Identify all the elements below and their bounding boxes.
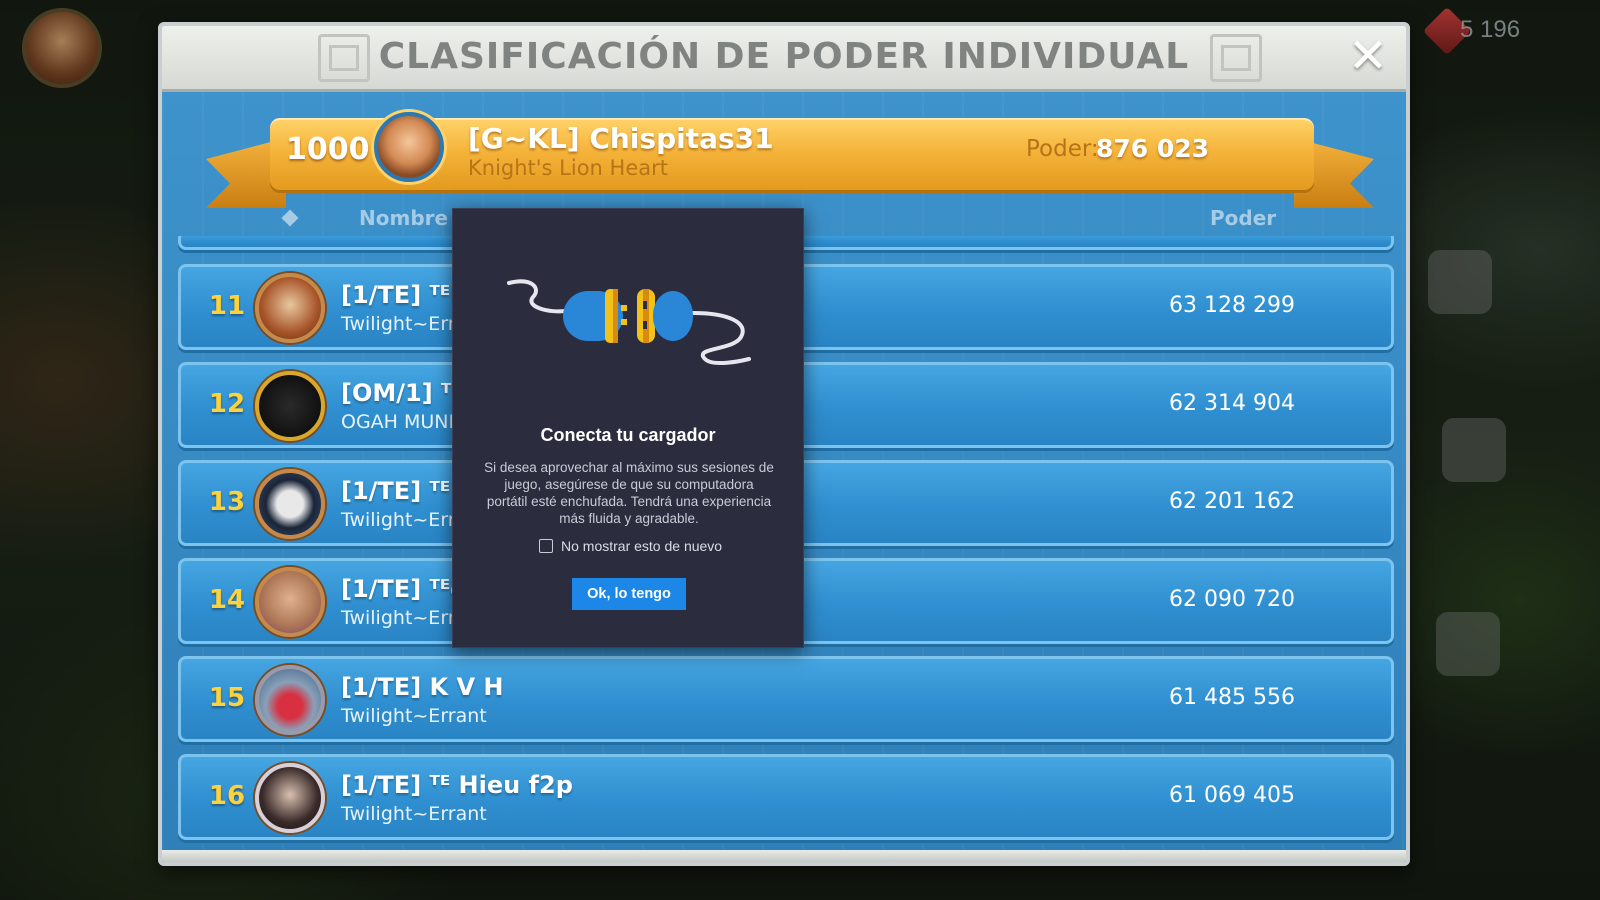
my-power-value: 876 023 <box>1096 134 1210 163</box>
panel-header: CLASIFICACIÓN DE PODER INDIVIDUAL ✕ <box>162 26 1406 92</box>
player-avatar[interactable] <box>255 469 325 539</box>
player-avatar-background <box>22 8 102 88</box>
row-rank: 11 <box>208 291 246 321</box>
player-avatar[interactable] <box>255 273 325 343</box>
charger-dialog: Conecta tu cargador Si desea aprovechar … <box>452 208 804 648</box>
plug-connector-icon <box>507 279 751 366</box>
checkbox-box[interactable] <box>539 539 553 553</box>
row-rank: 14 <box>208 585 246 615</box>
panel-title: CLASIFICACIÓN DE PODER INDIVIDUAL <box>378 36 1190 77</box>
row-player-name: [1/TE] K V H <box>341 673 504 701</box>
panel-footer <box>162 850 1406 862</box>
my-avatar <box>374 112 444 182</box>
close-icon[interactable]: ✕ <box>1346 32 1390 80</box>
row-power: 61 485 556 <box>1169 685 1295 710</box>
dialog-title: Conecta tu cargador <box>540 425 716 445</box>
row-power: 62 314 904 <box>1169 391 1295 416</box>
dont-show-again-checkbox[interactable]: No mostrar esto de nuevo <box>539 538 722 554</box>
dialog-message: Si desea aprovechar al máximo sus sesion… <box>484 460 774 526</box>
row-rank: 15 <box>208 683 246 713</box>
row-player-name: [1/TE] ᵀᴱ Hieu f2p <box>341 771 573 799</box>
checkbox-label: No mostrar esto de nuevo <box>561 538 723 554</box>
row-rank: 16 <box>208 781 246 811</box>
my-ranking-ribbon[interactable]: 1000+ [G~KL] Chispitas31 Knight's Lion H… <box>270 112 1314 190</box>
player-avatar[interactable] <box>255 567 325 637</box>
table-row[interactable]: 16 [1/TE] ᵀᴱ Hieu f2p Twilight~Errant 61… <box>178 754 1394 840</box>
side-menu-button <box>1442 418 1506 482</box>
column-header-power: Poder <box>1210 206 1277 230</box>
my-power-label: Poder: <box>1026 136 1099 162</box>
row-alliance-name: Twilight~Errant <box>341 705 487 727</box>
row-power: 62 090 720 <box>1169 587 1295 612</box>
row-power: 61 069 405 <box>1169 783 1295 808</box>
row-alliance-name: Twilight~Errant <box>341 803 487 825</box>
side-menu-button <box>1436 612 1500 676</box>
my-player-name: [G~KL] Chispitas31 <box>468 122 774 155</box>
player-avatar[interactable] <box>255 763 325 833</box>
row-power: 62 201 162 <box>1169 489 1295 514</box>
my-alliance-name: Knight's Lion Heart <box>468 156 668 180</box>
player-avatar[interactable] <box>255 371 325 441</box>
gems-count: 5 196 <box>1460 16 1521 43</box>
row-rank: 13 <box>208 487 246 517</box>
column-header-name: Nombre <box>359 206 449 230</box>
row-rank: 12 <box>208 389 246 419</box>
ok-button[interactable]: Ok, lo tengo <box>572 578 686 610</box>
side-menu-button <box>1428 250 1492 314</box>
player-avatar[interactable] <box>255 665 325 735</box>
row-power: 63 128 299 <box>1169 293 1295 318</box>
table-row[interactable]: 15 [1/TE] K V H Twilight~Errant 61 485 5… <box>178 656 1394 742</box>
